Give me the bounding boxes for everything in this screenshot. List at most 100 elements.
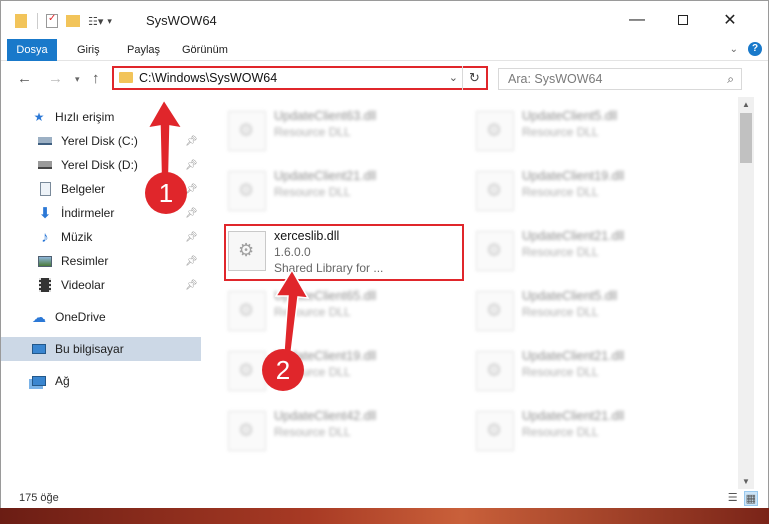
forward-icon[interactable]: → bbox=[48, 70, 63, 87]
pin-icon: 📌︎ bbox=[185, 255, 198, 267]
music-icon: ♪ bbox=[41, 228, 49, 246]
scroll-down-icon[interactable]: ▼ bbox=[742, 477, 750, 486]
customize-toolbar-icon[interactable]: ☷▾ bbox=[88, 15, 103, 28]
file-name: UpdateClient21.dll bbox=[522, 229, 625, 243]
ribbon-right: ⌄ ? bbox=[730, 42, 762, 56]
file-name: UpdateClient19.dll bbox=[522, 169, 625, 183]
dll-file-icon bbox=[476, 411, 514, 451]
address-bar[interactable]: C:\Windows\SysWOW64 ⌄ ↻ bbox=[112, 66, 488, 90]
dll-file-icon bbox=[476, 111, 514, 151]
sidebar-item-label: Ağ bbox=[55, 374, 70, 388]
pictures-icon bbox=[37, 253, 53, 269]
search-icon[interactable]: ⌕ bbox=[727, 72, 734, 87]
file-item[interactable]: UpdateClient21.dll Resource DLL bbox=[472, 399, 702, 457]
file-item[interactable]: UpdateClient5.dll Resource DLL bbox=[472, 99, 702, 157]
search-placeholder[interactable]: Ara: SysWOW64 bbox=[508, 72, 602, 86]
help-icon[interactable]: ? bbox=[748, 42, 762, 56]
highlight-box bbox=[224, 224, 464, 281]
computer-icon bbox=[31, 341, 47, 357]
search-box[interactable]: Ara: SysWOW64 ⌕ bbox=[498, 68, 742, 90]
vertical-scrollbar[interactable]: ▲ ▼ bbox=[738, 97, 754, 489]
file-name: UpdateClient63.dll bbox=[274, 109, 377, 123]
tab-share[interactable]: Paylaş bbox=[127, 39, 160, 61]
desktop-wallpaper bbox=[0, 508, 769, 524]
up-icon[interactable]: ↑ bbox=[92, 70, 100, 87]
file-description: Resource DLL bbox=[274, 125, 351, 139]
minimize-icon: — bbox=[629, 11, 645, 28]
quick-access-toolbar: ✓ ☷▾ ▾ bbox=[15, 11, 112, 31]
file-item[interactable]: UpdateClient21.dll Resource DLL bbox=[472, 219, 702, 277]
sidebar-item-label: Yerel Disk (D:) bbox=[61, 158, 138, 172]
file-name: UpdateClient21.dll bbox=[274, 169, 377, 183]
minimize-button[interactable]: — bbox=[614, 1, 660, 39]
qa-dropdown-icon[interactable]: ▾ bbox=[107, 16, 112, 27]
annotation-badge-1: 1 bbox=[145, 172, 187, 214]
drive-icon bbox=[37, 133, 53, 149]
network-icon bbox=[31, 373, 47, 389]
file-name: UpdateClient42.dll bbox=[274, 409, 377, 423]
sidebar-item-network[interactable]: Ağ bbox=[1, 369, 201, 393]
file-item[interactable]: UpdateClient21.dll Resource DLL bbox=[472, 339, 702, 397]
sidebar-item-videos[interactable]: Videolar 📌︎ bbox=[1, 273, 201, 297]
pin-icon: 📌︎ bbox=[185, 231, 198, 243]
dll-file-icon bbox=[476, 231, 514, 271]
sidebar-item-label: OneDrive bbox=[55, 310, 106, 324]
maximize-button[interactable] bbox=[660, 1, 706, 39]
tab-home[interactable]: Giriş bbox=[77, 39, 100, 61]
star-icon: ★ bbox=[33, 110, 45, 124]
scroll-up-icon[interactable]: ▲ bbox=[742, 100, 750, 109]
scroll-thumb[interactable] bbox=[740, 113, 752, 163]
file-item[interactable]: UpdateClient19.dll Resource DLL bbox=[224, 339, 454, 397]
large-icons-view-icon[interactable]: ▦ bbox=[743, 491, 758, 506]
dll-file-icon bbox=[228, 171, 266, 211]
address-path[interactable]: C:\Windows\SysWOW64 bbox=[139, 71, 277, 85]
annotation-badge-2: 2 bbox=[262, 349, 304, 391]
ribbon-tabs: Dosya Giriş Paylaş Görünüm ⌄ ? bbox=[1, 39, 768, 61]
file-description: Resource DLL bbox=[522, 125, 599, 139]
address-history-icon[interactable]: ⌄ bbox=[449, 71, 458, 84]
refresh-icon[interactable]: ↻ bbox=[462, 66, 486, 90]
details-view-icon[interactable]: ☰ bbox=[728, 491, 738, 506]
properties-icon[interactable]: ✓ bbox=[46, 13, 58, 28]
divider bbox=[37, 13, 38, 29]
recent-locations-icon[interactable]: ▾ bbox=[75, 74, 80, 85]
sidebar-item-label: İndirmeler bbox=[61, 206, 115, 220]
dll-file-icon bbox=[476, 171, 514, 211]
tab-view[interactable]: Görünüm bbox=[182, 39, 228, 61]
sidebar-item-music[interactable]: ♪ Müzik 📌︎ bbox=[1, 225, 201, 249]
tab-file[interactable]: Dosya bbox=[7, 39, 57, 61]
view-toggle: ☰ ▦ bbox=[728, 491, 758, 506]
sidebar-item-label: Müzik bbox=[61, 230, 93, 244]
file-item[interactable]: UpdateClient42.dll Resource DLL bbox=[224, 399, 454, 457]
back-icon[interactable]: ← bbox=[17, 70, 32, 87]
new-folder-icon[interactable] bbox=[66, 15, 80, 27]
dll-file-icon bbox=[476, 291, 514, 331]
sidebar-item-this-pc[interactable]: Bu bilgisayar bbox=[1, 337, 201, 361]
file-item[interactable]: UpdateClient21.dll Resource DLL bbox=[224, 159, 454, 217]
file-item[interactable]: UpdateClient19.dll Resource DLL bbox=[472, 159, 702, 217]
file-description: Resource DLL bbox=[274, 185, 351, 199]
status-bar: 175 öğe ☰ ▦ bbox=[1, 489, 768, 508]
dll-file-icon bbox=[476, 351, 514, 391]
drive-icon bbox=[37, 157, 53, 173]
title-bar: ✓ ☷▾ ▾ SysWOW64 — ✕ bbox=[1, 1, 768, 39]
file-item[interactable]: UpdateClient63.dll Resource DLL bbox=[224, 99, 454, 157]
dll-file-icon bbox=[228, 291, 266, 331]
file-item[interactable]: UpdateClient5.dll Resource DLL bbox=[472, 279, 702, 337]
close-button[interactable]: ✕ bbox=[707, 1, 753, 39]
file-item[interactable]: UpdateClient65.dll Resource DLL bbox=[224, 279, 454, 337]
dll-file-icon bbox=[228, 351, 266, 391]
expand-ribbon-icon[interactable]: ⌄ bbox=[730, 44, 738, 55]
sidebar-item-label: Belgeler bbox=[61, 182, 106, 196]
file-description: Resource DLL bbox=[522, 185, 599, 199]
download-icon: ⬇ bbox=[38, 205, 52, 222]
folder-icon bbox=[15, 14, 27, 28]
file-description: Resource DLL bbox=[522, 305, 599, 319]
file-description: Resource DLL bbox=[274, 425, 351, 439]
sidebar-item-onedrive[interactable]: ☁ OneDrive bbox=[1, 305, 201, 329]
sidebar-item-label: Bu bilgisayar bbox=[55, 342, 124, 356]
maximize-icon bbox=[678, 15, 688, 25]
sidebar-item-label: Videolar bbox=[61, 278, 105, 292]
file-description: Resource DLL bbox=[522, 425, 599, 439]
sidebar-item-pictures[interactable]: Resimler 📌︎ bbox=[1, 249, 201, 273]
